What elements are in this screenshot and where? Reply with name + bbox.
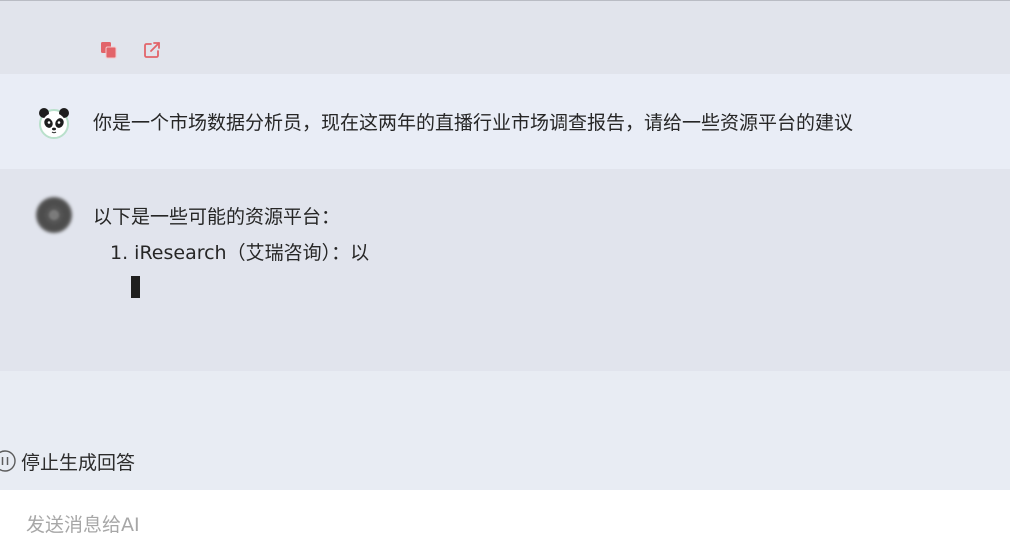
external-link-icon[interactable] [143, 41, 161, 59]
message-input-container [0, 490, 1010, 558]
user-message-text: 你是一个市场数据分析员，现在这两年的直播行业市场调查报告，请给一些资源平台的建议 [93, 112, 854, 134]
message-input[interactable] [26, 510, 926, 540]
top-divider [0, 0, 1010, 1]
ai-avatar-center [49, 210, 59, 220]
chat-footer-area [0, 371, 1010, 490]
chat-page: 你是一个市场数据分析员，现在这两年的直播行业市场调查报告，请给一些资源平台的建议… [0, 0, 1010, 558]
copy-icon[interactable] [100, 41, 118, 59]
previous-ai-message [0, 1, 1010, 74]
streaming-cursor [131, 276, 140, 298]
pause-circle-icon [0, 446, 20, 476]
ai-message [0, 169, 1010, 371]
stop-generating-button[interactable]: 停止生成回答 [0, 446, 135, 476]
ai-message-intro: 以下是一些可能的资源平台： [93, 206, 341, 228]
panda-avatar-icon [36, 106, 72, 142]
stop-generating-label: 停止生成回答 [21, 451, 136, 474]
ai-list-item: 1. iResearch（艾瑞咨询）：以 [110, 242, 370, 264]
